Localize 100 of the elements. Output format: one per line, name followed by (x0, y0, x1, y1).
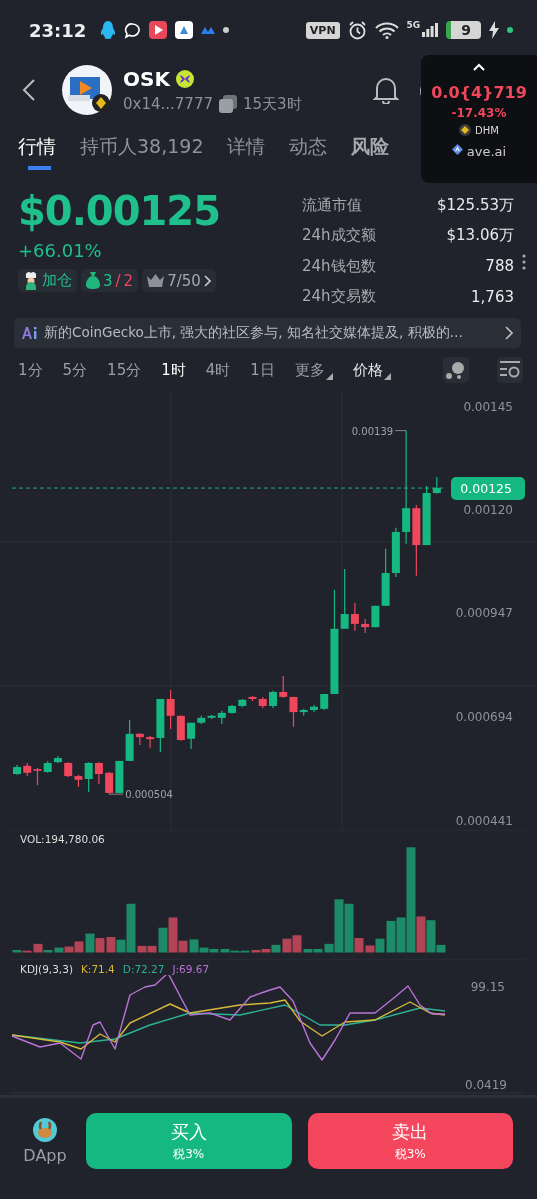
charging-bolt-icon (489, 21, 499, 39)
candlestick (391, 527, 400, 578)
add-position-button[interactable]: 加仓 (18, 269, 77, 292)
timeframe-tab[interactable]: 1时 (161, 360, 186, 380)
chevron-right-icon (203, 274, 211, 287)
tab[interactable]: 持币人38,192 (80, 134, 204, 170)
indicator-value: D:72.27 (122, 963, 165, 975)
app-icon (175, 21, 194, 39)
sell-button[interactable]: 卖出 税3% (307, 1113, 513, 1169)
stat-value: $125.53万 (436, 195, 514, 215)
chain-name: DHM (475, 124, 499, 136)
tab[interactable]: 详情 (227, 134, 266, 170)
source-logo-icon (451, 144, 463, 155)
low-price-label: 0.000504 (125, 789, 173, 801)
leader-line (394, 430, 407, 432)
penguin-icon (100, 21, 117, 39)
ai-icon (22, 327, 38, 339)
axis-label: 0.00120 (463, 502, 513, 517)
token-age: 15天3时 (243, 94, 302, 114)
candlestick (269, 690, 277, 709)
rank-button[interactable]: 7/50 (142, 269, 216, 292)
bell-icon[interactable] (373, 76, 399, 104)
buy-count: 3 (103, 271, 113, 290)
indicator-button[interactable] (443, 357, 469, 383)
ai-summary-banner[interactable]: 新的CoinGecko上市, 强大的社区参与, 知名社交媒体提及, 积极的… (14, 318, 521, 348)
timeframe-tab[interactable]: 4时 (205, 360, 231, 380)
sell-count: 2 (123, 271, 134, 290)
candlestick (115, 760, 124, 794)
chevron-right-icon (505, 326, 513, 340)
chart-settings-button[interactable] (497, 357, 523, 383)
axis-label: 0.00145 (463, 400, 513, 414)
wave-icon (201, 26, 216, 34)
axis-label: 0.000694 (455, 710, 513, 725)
play-app-icon (149, 21, 168, 39)
axis-label: 0.0419 (465, 1078, 507, 1092)
token-name: OSK (123, 66, 170, 91)
copy-icon[interactable] (219, 95, 237, 113)
axis-label: 99.15 (470, 980, 505, 994)
timeframe-tab[interactable]: 1分 (18, 360, 43, 380)
wifi-icon (374, 21, 399, 39)
indicator-value: J:69.67 (172, 963, 210, 975)
leader-line (108, 793, 124, 795)
source-name: ave.ai (466, 144, 507, 159)
signal-icon (422, 23, 439, 37)
ai-summary-text: 新的CoinGecko上市, 强大的社区参与, 知名社交媒体提及, 积极的… (44, 324, 465, 342)
indicator-title: KDJ(9,3,3) (20, 963, 73, 975)
candlestick (238, 698, 247, 708)
dot-icon (223, 27, 230, 33)
dropdown-button[interactable]: 价格 (352, 360, 391, 380)
stat-value: 1,763 (471, 287, 514, 306)
tab[interactable]: 风险 (351, 134, 390, 170)
candlestick (13, 764, 21, 776)
back-icon[interactable] (22, 78, 36, 102)
crown-icon (147, 274, 165, 287)
stat-label: 流通市值 (302, 195, 362, 215)
dapp-button[interactable]: DApp (20, 1117, 70, 1165)
stat-label: 24h钱包数 (302, 256, 376, 276)
network-type-label: 5G (406, 20, 421, 30)
stat-label: 24h交易数 (302, 287, 376, 307)
axis-label: 0.000947 (455, 606, 513, 621)
volume-label: VOL:194,780.06 (20, 833, 105, 845)
corner-caret-icon (325, 372, 333, 380)
dot-icon (507, 27, 513, 33)
vpn-badge: VPN (305, 21, 340, 39)
stat-value: $13.06万 (446, 226, 514, 246)
current-price: $0.00125 (18, 188, 222, 234)
tab[interactable]: 动态 (289, 134, 328, 170)
chat-bubble-icon (124, 21, 142, 39)
collapse-icon[interactable] (473, 63, 485, 71)
indicator-value: K:71.4 (81, 963, 115, 975)
battery-level: 9 (446, 21, 481, 39)
timeframe-tab[interactable]: 5分 (62, 360, 88, 380)
token-logo-icon (62, 65, 112, 115)
more-options-icon[interactable] (522, 254, 526, 270)
candlestick (279, 675, 288, 699)
timeframe-tab[interactable]: 1日 (250, 360, 275, 380)
tab[interactable]: 行情 (18, 134, 56, 170)
axis-label: 0.000441 (455, 814, 513, 828)
floating-price-widget[interactable]: 0.0{4}719 -17.43% DHM ave.ai (421, 55, 537, 183)
alarm-clock-icon (347, 20, 367, 40)
money-bag-icon (86, 272, 100, 289)
verified-icon (175, 69, 194, 88)
corner-caret-icon (383, 372, 391, 380)
high-price-label: 0.00139 (351, 425, 394, 437)
circles-icon (446, 361, 466, 379)
price-change: +66.01% (18, 240, 103, 261)
chain-coin-icon (459, 124, 472, 136)
current-price-label: 0.00125 (460, 481, 512, 497)
candlestick (105, 771, 114, 795)
timeframe-tab[interactable]: 15分 (107, 360, 142, 380)
stat-value: 788 (485, 257, 514, 276)
ticker-change: -17.43% (451, 106, 507, 120)
ticker-price: 0.0{4}719 (431, 83, 527, 102)
candlestick (309, 704, 318, 713)
candlestick (228, 704, 237, 715)
count-separator: / (115, 271, 121, 290)
candlestick (23, 762, 32, 777)
dropdown-button[interactable]: 更多 (294, 360, 333, 380)
candlestick (64, 761, 73, 778)
chef-icon (23, 271, 39, 290)
